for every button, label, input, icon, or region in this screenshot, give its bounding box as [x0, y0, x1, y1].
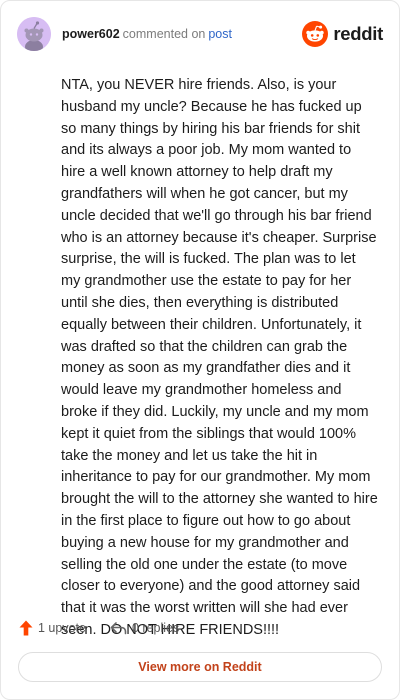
comment-meta: power602 commented on post	[62, 26, 232, 42]
comment-text: NTA, you NEVER hire friends. Also, is yo…	[61, 77, 378, 638]
comment-embed-card: power602 commented on post reddit NTA, you…	[0, 0, 400, 700]
reddit-logo[interactable]: reddit	[302, 20, 383, 48]
upvote-count: 1 upvote	[38, 621, 86, 635]
snoo-avatar-icon	[17, 17, 51, 51]
view-more-on-reddit-button[interactable]: View more on Reddit	[18, 652, 382, 682]
reply-arrow-icon	[110, 622, 127, 635]
username-link[interactable]: power602	[62, 27, 120, 41]
commented-on-text: commented on	[122, 27, 206, 41]
reddit-wordmark: reddit	[333, 23, 383, 44]
upvote-button[interactable]: 1 upvote	[19, 620, 86, 636]
post-link[interactable]: post	[208, 27, 232, 41]
replies-button[interactable]: 0 replies	[110, 621, 179, 635]
comment-header: power602 commented on post reddit	[17, 17, 383, 51]
replies-count: 0 replies	[131, 621, 180, 635]
reddit-logo-icon	[302, 21, 329, 47]
upvote-arrow-icon	[19, 620, 33, 636]
comment-actions: 1 upvote 0 replies	[19, 618, 203, 638]
user-avatar[interactable]	[17, 17, 51, 51]
